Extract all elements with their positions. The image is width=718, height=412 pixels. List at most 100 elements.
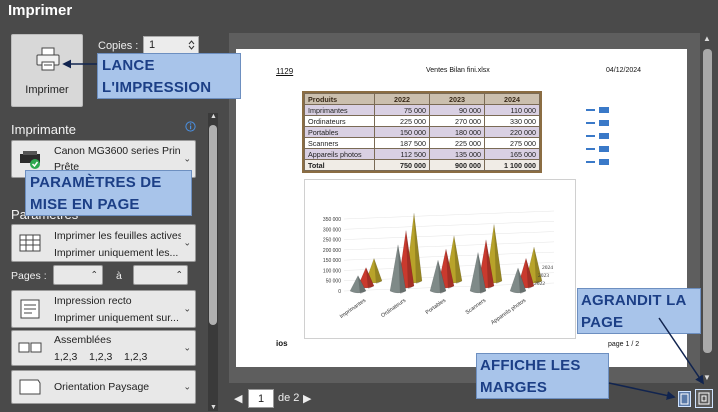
orientation-dropdown[interactable]: Orientation Paysage ⌄ bbox=[11, 370, 196, 404]
scroll-down-icon[interactable]: ▼ bbox=[210, 404, 217, 411]
print-what-dropdown[interactable]: Imprimer les feuilles actives Imprimer u… bbox=[11, 224, 196, 262]
doc-footer-left: ios bbox=[276, 339, 288, 348]
y-tick-label: 350 000 bbox=[323, 217, 341, 223]
table-header-cell: Produits bbox=[304, 93, 375, 105]
y-tick-label: 250 000 bbox=[323, 238, 341, 244]
table-header-cell: 2023 bbox=[429, 93, 485, 105]
y-tick-label: 50 000 bbox=[326, 279, 342, 285]
table-cell: 110 000 bbox=[484, 104, 540, 116]
table-row: Total 750 000 900 000 1 100 000 bbox=[304, 159, 540, 171]
table-row: Scanners 187 500 225 000 275 000 bbox=[304, 137, 540, 149]
table-cell: 275 000 bbox=[484, 137, 540, 149]
table-header-cell: 2022 bbox=[374, 93, 430, 105]
table-cell: 1 100 000 bbox=[484, 159, 540, 171]
pages-label: Pages : bbox=[11, 270, 47, 282]
callout-zoom: AGRANDIT LA PAGE bbox=[577, 288, 701, 334]
y-tick-label: 300 000 bbox=[323, 227, 341, 233]
collated-icon bbox=[18, 342, 42, 353]
table-row: Appareils photos 112 500 135 000 165 000 bbox=[304, 148, 540, 160]
table-cell: 220 000 bbox=[484, 126, 540, 138]
sides-line1: Impression recto bbox=[54, 295, 132, 307]
print-button[interactable]: Imprimer bbox=[11, 34, 83, 107]
series-depth-label: 2023 bbox=[538, 273, 549, 279]
scroll-up-icon[interactable]: ▲ bbox=[703, 34, 711, 43]
y-tick-label: 0 bbox=[338, 289, 341, 295]
copies-stepper[interactable]: 1 bbox=[143, 36, 199, 54]
orientation-line1: Orientation Paysage bbox=[54, 381, 150, 393]
pages-from-input[interactable]: ⌃ bbox=[53, 265, 103, 285]
printer-name: Canon MG3600 series Prin... bbox=[54, 145, 181, 157]
table-cell: 270 000 bbox=[429, 115, 485, 127]
table-cell: Total bbox=[304, 159, 375, 171]
stepper-icon[interactable]: ⌃ bbox=[175, 270, 183, 281]
print-what-line2: Imprimer uniquement les... bbox=[54, 247, 179, 259]
prev-page-icon[interactable]: ◀ bbox=[234, 392, 242, 405]
y-tick-label: 200 000 bbox=[323, 248, 341, 254]
settings-scrollbar[interactable]: ▲ ▼ bbox=[208, 113, 218, 411]
callout-layout: PARAMÈTRES DE MISE EN PAGE bbox=[25, 170, 192, 216]
print-what-line1: Imprimer les feuilles actives bbox=[54, 230, 181, 242]
sides-dropdown[interactable]: Impression recto Imprimer uniquement sur… bbox=[11, 290, 196, 328]
collation-line1: Assemblées bbox=[54, 334, 112, 346]
doc-header-center: Ventes Bilan fini.xlsx bbox=[426, 67, 490, 74]
table-row: Portables 150 000 180 000 220 000 bbox=[304, 126, 540, 138]
printer-status-icon bbox=[20, 151, 40, 169]
copies-value: 1 bbox=[149, 39, 156, 51]
printer-icon bbox=[36, 47, 60, 71]
page-number-input[interactable]: 1 bbox=[248, 389, 274, 408]
table-row: Imprimantes 75 000 90 000 110 000 bbox=[304, 104, 540, 116]
stepper-icon[interactable]: ⌃ bbox=[90, 270, 98, 281]
table-cell: Scanners bbox=[304, 137, 375, 149]
series-depth-label: 2022 bbox=[534, 281, 545, 287]
show-margins-button[interactable] bbox=[678, 391, 691, 407]
margins-icon bbox=[680, 393, 689, 405]
next-page-icon[interactable]: ▶ bbox=[303, 392, 311, 405]
scroll-down-icon[interactable]: ▼ bbox=[703, 373, 711, 382]
doc-header-right: 04/12/2024 bbox=[606, 67, 642, 74]
landscape-icon bbox=[19, 379, 41, 395]
table-cell: 900 000 bbox=[429, 159, 485, 171]
pages-to-input[interactable]: ⌃ bbox=[133, 265, 188, 285]
stepper-arrows-icon[interactable] bbox=[188, 39, 195, 51]
row-indicator-icons bbox=[586, 107, 609, 165]
printer-section-title: Imprimante bbox=[11, 122, 77, 137]
page-count-label: de 2 bbox=[278, 392, 300, 404]
callout-margins: AFFICHE LES MARGES bbox=[476, 353, 609, 399]
chevron-down-icon: ⌄ bbox=[183, 303, 191, 314]
table-cell: 180 000 bbox=[429, 126, 485, 138]
window-title: Imprimer bbox=[8, 2, 73, 19]
scrollbar-thumb[interactable] bbox=[703, 49, 712, 353]
doc-footer-right: page 1 / 2 bbox=[608, 341, 640, 348]
table-cell: 187 500 bbox=[374, 137, 430, 149]
table-cell: 225 000 bbox=[374, 115, 430, 127]
preview-scrollbar[interactable]: ▲ ▼ bbox=[700, 33, 715, 383]
chevron-down-icon: ⌄ bbox=[183, 381, 191, 392]
y-tick-label: 100 000 bbox=[323, 268, 341, 274]
y-tick-label: 150 000 bbox=[323, 258, 341, 264]
table-cell: Portables bbox=[304, 126, 375, 138]
collation-dropdown[interactable]: Assemblées 1,2,3 1,2,3 1,2,3 ⌄ bbox=[11, 330, 196, 366]
chevron-down-icon: ⌄ bbox=[183, 342, 191, 353]
table-cell: 225 000 bbox=[429, 137, 485, 149]
scroll-up-icon[interactable]: ▲ bbox=[210, 113, 217, 120]
callout-print: LANCE L'IMPRESSION bbox=[97, 53, 241, 99]
sales-table: Produits 2022 2023 2024 Imprimantes 75 000 90… bbox=[302, 91, 542, 173]
table-cell: 112 500 bbox=[374, 148, 430, 160]
table-cell: 135 000 bbox=[429, 148, 485, 160]
sides-line2: Imprimer uniquement sur... bbox=[54, 312, 179, 324]
chevron-down-icon: ⌄ bbox=[183, 237, 191, 248]
table-cell: 75 000 bbox=[374, 104, 430, 116]
table-row: Ordinateurs 225 000 270 000 330 000 bbox=[304, 115, 540, 127]
copies-label: Copies : bbox=[98, 40, 139, 52]
table-header-cell: 2024 bbox=[484, 93, 540, 105]
page-number-value: 1 bbox=[257, 393, 265, 405]
chevron-down-icon: ⌄ bbox=[183, 153, 191, 164]
table-cell: 165 000 bbox=[484, 148, 540, 160]
zoom-page-button[interactable] bbox=[695, 389, 713, 408]
table-cell: Appareils photos bbox=[304, 148, 375, 160]
info-icon[interactable] bbox=[185, 121, 196, 132]
scrollbar-thumb[interactable] bbox=[209, 125, 217, 325]
zoom-to-page-icon bbox=[698, 392, 710, 405]
table-cell: 150 000 bbox=[374, 126, 430, 138]
table-cell: 330 000 bbox=[484, 115, 540, 127]
